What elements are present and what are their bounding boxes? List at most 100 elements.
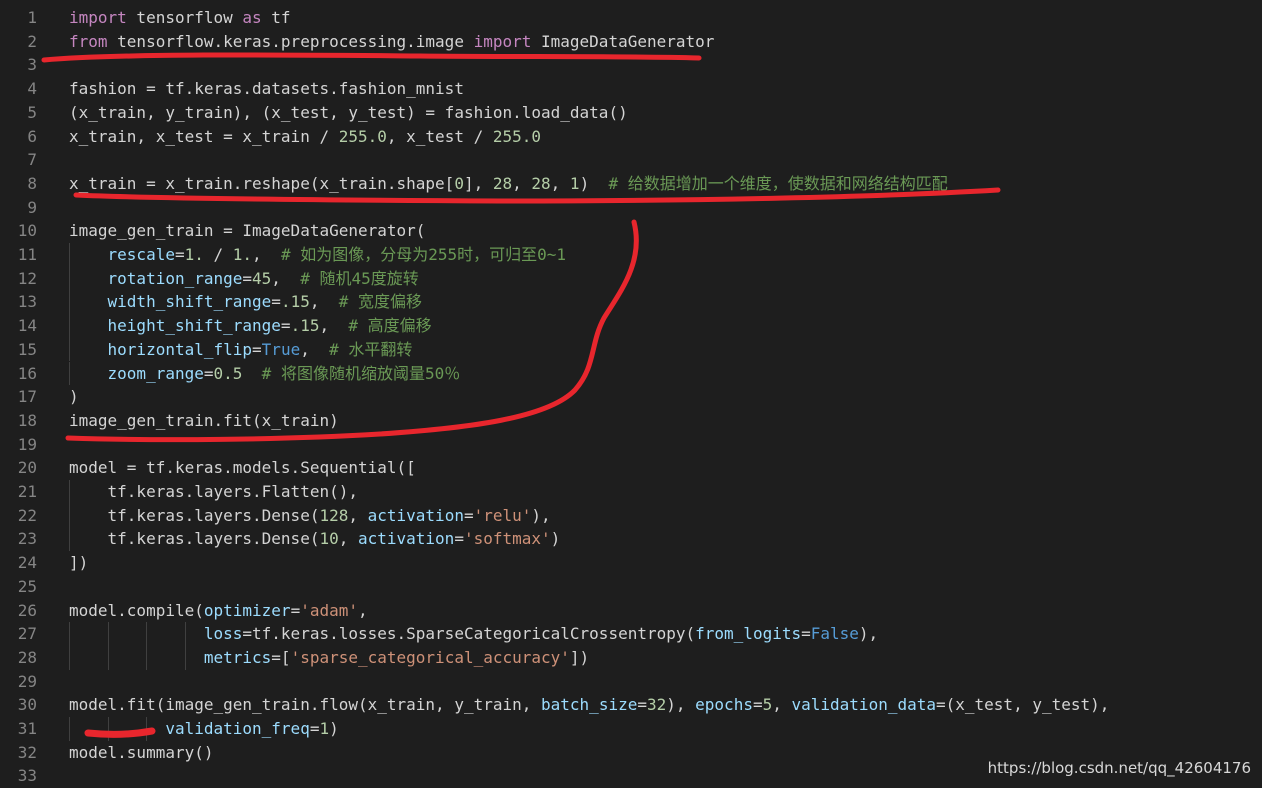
code-token: ) bbox=[579, 173, 609, 193]
code-line[interactable]: 16 zoom_range=0.5 # 将图像随机缩放阈量50％ bbox=[0, 361, 1262, 386]
code-line[interactable]: 20 model = tf.keras.models.Sequential([ bbox=[0, 456, 1262, 480]
code-line[interactable]: 31 validation_freq=1) bbox=[0, 717, 1262, 741]
code-token: validation_data bbox=[791, 695, 937, 715]
code-token: 1 bbox=[319, 719, 330, 738]
code-line[interactable]: 12 rotation_range=45, # 随机45度旋转 bbox=[0, 266, 1262, 291]
code-token: , bbox=[338, 529, 358, 549]
code-token: 'softmax' bbox=[463, 529, 551, 549]
line-number: 3 bbox=[27, 55, 37, 75]
code-token: tensorflow.keras.preprocessing.image bbox=[107, 31, 474, 51]
code-text: fashion = tf.keras.datasets.fashion_mnis… bbox=[69, 77, 464, 101]
code-text: rescale=1. / 1., # 如为图像，分母为255时，可归至0~1 bbox=[69, 243, 567, 267]
line-number: 5 bbox=[27, 102, 37, 122]
line-number: 33 bbox=[17, 766, 37, 786]
line-number: 30 bbox=[17, 695, 37, 715]
code-line[interactable]: 7 bbox=[0, 148, 1262, 172]
code-token: tf bbox=[261, 8, 291, 27]
code-token: image_gen_train = ImageDataGenerator( bbox=[69, 221, 426, 241]
line-number: 6 bbox=[27, 126, 37, 146]
line-number: 12 bbox=[17, 268, 37, 288]
code-token: 32 bbox=[646, 695, 667, 715]
code-token: =[ bbox=[271, 647, 291, 667]
code-token: tensorflow bbox=[126, 8, 243, 27]
code-token: 10 bbox=[319, 529, 339, 549]
code-token: .15 bbox=[290, 316, 320, 336]
code-editor[interactable]: 1 import tensorflow as tf 2 from tensorflow… bbox=[0, 0, 1262, 788]
code-line[interactable]: 29 bbox=[0, 670, 1262, 694]
code-token: 0.5 bbox=[213, 363, 243, 383]
code-token: model = tf.keras.models.Sequential([ bbox=[69, 458, 416, 478]
code-token: , bbox=[550, 173, 570, 193]
code-text: width_shift_range=.15, # 宽度偏移 bbox=[69, 290, 423, 314]
code-token: 1. bbox=[184, 245, 204, 264]
code-token: # 随机45度旋转 bbox=[300, 268, 419, 288]
code-line[interactable]: 30 model.fit(image_gen_train.flow(x_train… bbox=[0, 693, 1262, 717]
line-number: 29 bbox=[17, 671, 37, 691]
code-token: # 水平翻转 bbox=[329, 339, 413, 359]
code-text: image_gen_train = ImageDataGenerator( bbox=[69, 219, 425, 243]
code-line[interactable]: 18 image_gen_train.fit(x_train) bbox=[0, 409, 1262, 433]
code-line[interactable]: 4 fashion = tf.keras.datasets.fashion_mni… bbox=[0, 77, 1262, 101]
line-number: 20 bbox=[17, 458, 37, 478]
code-line[interactable]: 26 model.compile(optimizer='adam', bbox=[0, 599, 1262, 623]
code-token: , bbox=[512, 173, 532, 193]
code-line[interactable]: 17) bbox=[0, 385, 1262, 409]
code-token: batch_size bbox=[541, 695, 638, 715]
code-line[interactable]: 11 rescale=1. / 1., # 如为图像，分母为255时，可归至0~… bbox=[0, 243, 1262, 267]
code-token: metrics bbox=[203, 647, 272, 667]
line-number: 10 bbox=[17, 221, 37, 241]
code-token: = bbox=[242, 268, 253, 288]
line-number: 26 bbox=[17, 600, 37, 620]
code-token: = bbox=[463, 505, 474, 525]
code-token: ]) bbox=[69, 553, 89, 573]
code-line[interactable]: 15 horizontal_flip=True, # 水平翻转 bbox=[0, 337, 1262, 362]
code-line[interactable]: 2 from tensorflow.keras.preprocessing.ima… bbox=[0, 30, 1262, 54]
code-line[interactable]: 14 height_shift_range=.15, # 高度偏移 bbox=[0, 314, 1262, 338]
code-text: horizontal_flip=True, # 水平翻转 bbox=[69, 338, 413, 362]
code-line[interactable]: 25 bbox=[0, 575, 1262, 599]
code-token: = bbox=[752, 695, 763, 715]
code-token: , bbox=[309, 292, 339, 312]
code-token: # 将图像随机缩放阈量50％ bbox=[261, 363, 461, 383]
code-line[interactable]: 1 import tensorflow as tf bbox=[0, 6, 1262, 30]
code-text: ]) bbox=[69, 551, 88, 575]
code-line[interactable]: 10 image_gen_train = ImageDataGenerator( bbox=[0, 219, 1262, 243]
code-line[interactable]: 6 x_train, x_test = x_train / 255.0, x_te… bbox=[0, 125, 1262, 149]
code-line[interactable]: 5 (x_train, y_train), (x_test, y_test) = … bbox=[0, 101, 1262, 125]
code-line[interactable]: 8 x_train = x_train.reshape(x_train.shape… bbox=[0, 172, 1262, 196]
line-number: 28 bbox=[17, 647, 37, 667]
code-text: loss=tf.keras.losses.SparseCategoricalCr… bbox=[69, 622, 878, 646]
line-number: 31 bbox=[17, 719, 37, 738]
code-token: / bbox=[203, 245, 233, 264]
code-line[interactable]: 23 tf.keras.layers.Dense(10, activation=… bbox=[0, 527, 1262, 552]
code-token: ImageDataGenerator bbox=[531, 31, 715, 51]
line-number: 23 bbox=[17, 529, 37, 549]
code-token: ), bbox=[666, 695, 696, 715]
line-number: 32 bbox=[17, 742, 37, 762]
code-text: import tensorflow as tf bbox=[69, 6, 291, 30]
code-token: = bbox=[801, 624, 811, 644]
code-token: 255.0 bbox=[492, 126, 542, 146]
code-line[interactable]: 24]) bbox=[0, 551, 1262, 575]
code-text: zoom_range=0.5 # 将图像随机缩放阈量50％ bbox=[69, 362, 461, 386]
code-line[interactable]: 9 bbox=[0, 196, 1262, 220]
code-line[interactable]: 28 metrics=['sparse_categorical_accuracy… bbox=[0, 645, 1262, 670]
code-line[interactable]: 21 tf.keras.layers.Flatten(), bbox=[0, 480, 1262, 504]
code-token: , bbox=[348, 505, 368, 525]
line-number: 14 bbox=[17, 316, 37, 336]
code-line[interactable]: 22 tf.keras.layers.Dense(128, activation… bbox=[0, 503, 1262, 528]
code-token: , bbox=[252, 245, 281, 264]
line-number: 25 bbox=[17, 576, 37, 596]
code-text: x_train, x_test = x_train / 255.0, x_tes… bbox=[69, 125, 541, 149]
code-line[interactable]: 19 bbox=[0, 433, 1262, 457]
code-token: # 高度偏移 bbox=[348, 316, 432, 336]
code-token: =(x_test, y_test), bbox=[936, 695, 1110, 715]
code-line[interactable]: 13 width_shift_range=.15, # 宽度偏移 bbox=[0, 290, 1262, 315]
code-token: = bbox=[174, 245, 185, 264]
line-number: 18 bbox=[17, 410, 37, 430]
code-line[interactable]: 3 bbox=[0, 53, 1262, 77]
code-line[interactable]: 27 loss=tf.keras.losses.SparseCategorica… bbox=[0, 622, 1262, 646]
code-token: 255.0 bbox=[338, 126, 387, 146]
